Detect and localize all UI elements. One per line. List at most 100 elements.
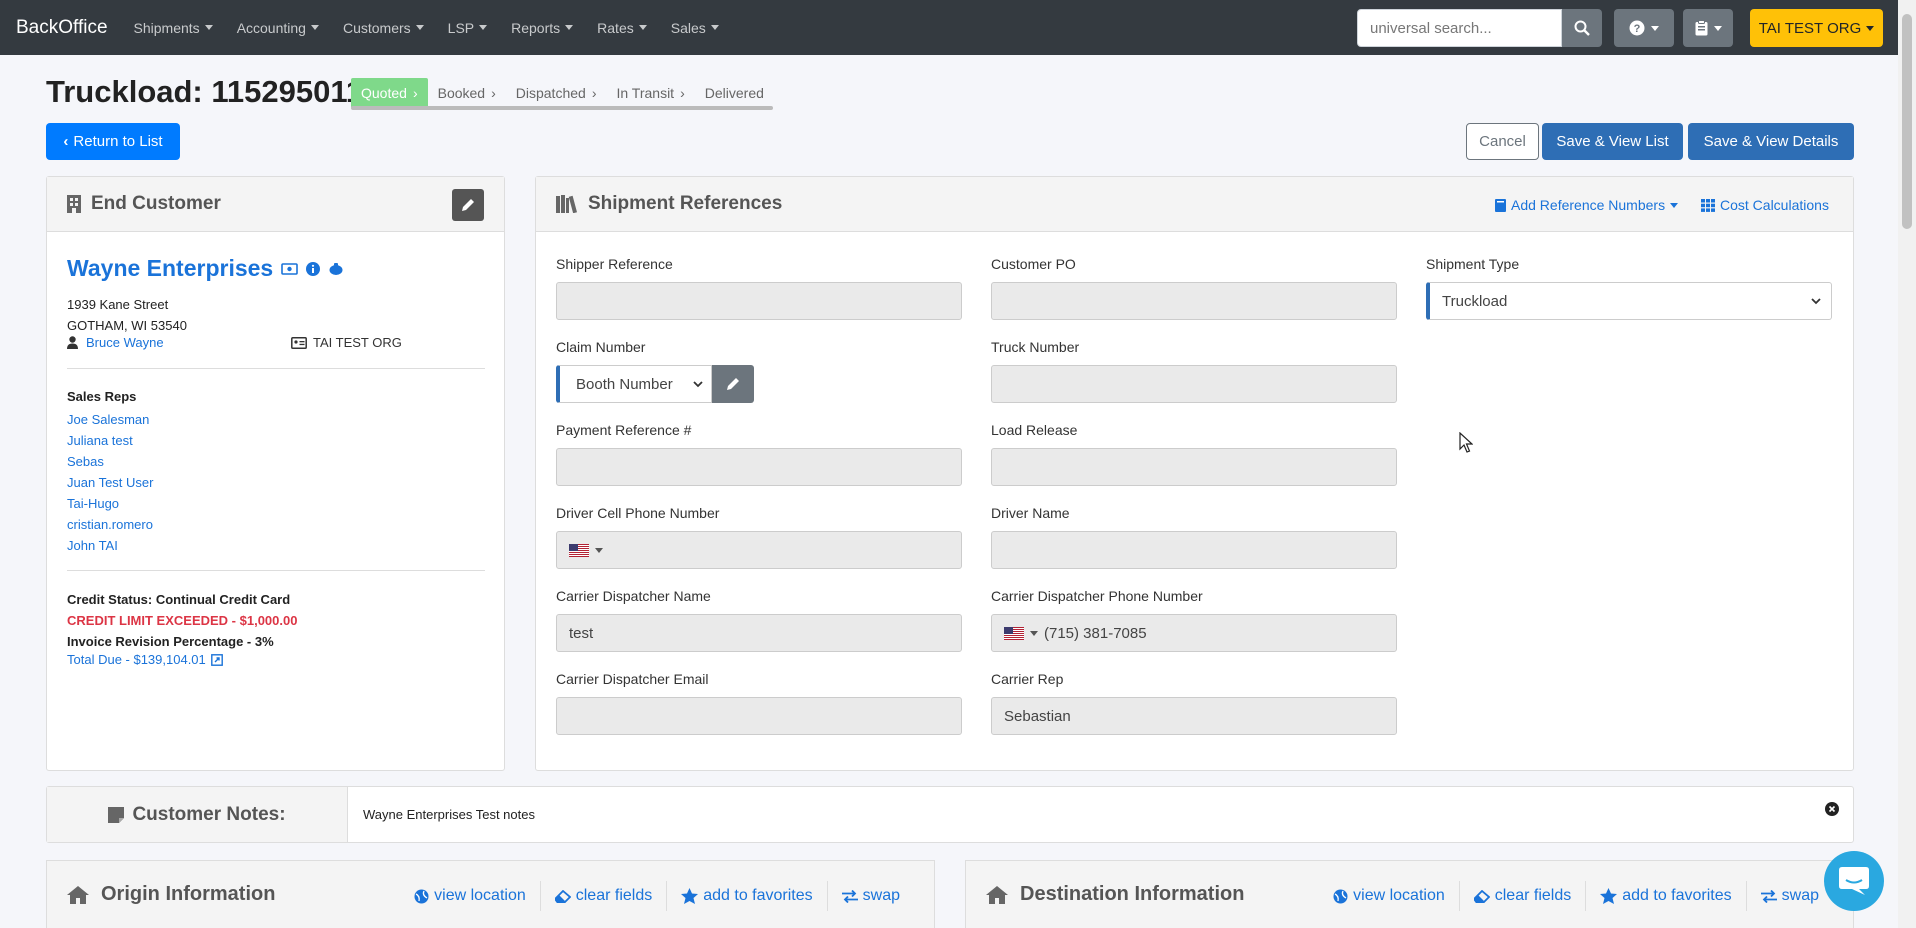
- return-to-list-button[interactable]: ‹ Return to List: [46, 123, 180, 160]
- origin-swap-link[interactable]: swap: [826, 881, 914, 911]
- dispatcher-email-label: Carrier Dispatcher Email: [556, 671, 709, 687]
- org-switcher-button[interactable]: TAI TEST ORG: [1750, 9, 1883, 47]
- external-link-icon[interactable]: [210, 653, 223, 666]
- step-label: In Transit: [616, 85, 675, 101]
- save-view-details-button[interactable]: Save & View Details: [1688, 123, 1854, 160]
- nav-shipments[interactable]: Shipments: [134, 20, 213, 36]
- action-label: swap: [862, 887, 900, 904]
- link-label: Cost Calculations: [1720, 197, 1829, 213]
- nav-lsp[interactable]: LSP: [447, 19, 488, 36]
- nav-label: Customers: [342, 19, 411, 36]
- search-button[interactable]: [1562, 9, 1602, 47]
- payment-reference-input[interactable]: [556, 448, 962, 486]
- shipment-type-select[interactable]: Truckload: [1426, 282, 1832, 320]
- load-release-input[interactable]: [991, 448, 1397, 486]
- shipper-reference-input[interactable]: [556, 282, 962, 320]
- select-value: Truckload: [1442, 292, 1508, 310]
- us-flag-icon[interactable]: [569, 543, 589, 557]
- close-circle-icon[interactable]: [1825, 802, 1839, 816]
- cancel-button[interactable]: Cancel: [1466, 123, 1539, 160]
- nav-label: LSP: [447, 19, 475, 36]
- claim-number-select[interactable]: Booth Number: [556, 365, 712, 403]
- home-icon: [67, 885, 89, 904]
- carrier-rep-label: Carrier Rep: [991, 671, 1064, 687]
- money-icon[interactable]: [281, 262, 299, 275]
- add-reference-numbers-dropdown[interactable]: Add Reference Numbers: [1495, 197, 1679, 213]
- sales-rep-link[interactable]: Juan Test User: [67, 472, 153, 493]
- customer-notes-bar: Customer Notes: Wayne Enterprises Test n…: [46, 786, 1854, 843]
- caret-down-icon: [638, 25, 647, 30]
- search-input[interactable]: [1357, 9, 1562, 47]
- caret-down-icon: [1651, 25, 1659, 31]
- carrier-rep-input[interactable]: Sebastian: [991, 697, 1397, 735]
- step-in-transit: In Transit ›: [606, 78, 694, 108]
- nav-accounting[interactable]: Accounting: [237, 20, 319, 36]
- sales-rep-link[interactable]: John TAI: [67, 535, 153, 556]
- truck-number-label: Truck Number: [991, 339, 1080, 355]
- caret-down-icon: [710, 25, 719, 30]
- help-button[interactable]: ?: [1614, 9, 1674, 47]
- us-flag-icon[interactable]: [1004, 626, 1024, 640]
- chevron-down-icon: [693, 380, 703, 387]
- sales-rep-link[interactable]: Joe Salesman: [67, 409, 153, 430]
- sales-reps-label: Sales Reps: [67, 389, 137, 404]
- customer-name-link[interactable]: Wayne Enterprises: [67, 255, 273, 282]
- driver-cell-input[interactable]: [556, 531, 962, 569]
- claim-number-label: Claim Number: [556, 339, 646, 355]
- destination-clear-fields-link[interactable]: clear fields: [1458, 881, 1585, 911]
- destination-add-favorites-link[interactable]: add to favorites: [1585, 881, 1745, 911]
- dispatcher-phone-input[interactable]: (715) 381-7085: [991, 614, 1397, 652]
- nav-label: Reports: [511, 19, 561, 36]
- piggy-bank-icon[interactable]: [328, 262, 344, 276]
- info-icon[interactable]: [306, 261, 321, 276]
- save-view-list-button[interactable]: Save & View List: [1542, 123, 1683, 160]
- dispatcher-name-input[interactable]: test: [556, 614, 962, 652]
- nav-reports[interactable]: Reports: [511, 19, 574, 36]
- total-due-link[interactable]: Total Due - $139,104.01: [67, 652, 206, 667]
- progress-track: [351, 106, 773, 110]
- chevron-right-icon: ›: [412, 85, 418, 101]
- action-label: view location: [434, 887, 526, 904]
- id-card-icon: [291, 336, 307, 349]
- chat-bubble-icon: [1839, 867, 1869, 895]
- origin-clear-fields-link[interactable]: clear fields: [539, 881, 666, 911]
- destination-swap-link[interactable]: swap: [1745, 881, 1833, 911]
- origin-view-location-link[interactable]: view location: [400, 881, 540, 911]
- shipper-reference-label: Shipper Reference: [556, 256, 673, 272]
- sales-rep-link[interactable]: Juliana test: [67, 430, 153, 451]
- driver-name-input[interactable]: [991, 531, 1397, 569]
- cost-calculations-link[interactable]: Cost Calculations: [1701, 197, 1829, 213]
- sales-rep-link[interactable]: cristian.romero: [67, 514, 153, 535]
- sales-rep-link[interactable]: Sebas: [67, 451, 153, 472]
- step-dispatched: Dispatched ›: [506, 78, 607, 108]
- sticky-note-icon: [108, 806, 125, 823]
- shipment-references-card: Shipment References Add Reference Number…: [535, 176, 1854, 771]
- edit-customer-button[interactable]: [452, 189, 484, 221]
- books-icon: [556, 195, 578, 213]
- dispatcher-email-input[interactable]: [556, 697, 962, 735]
- universal-search: [1357, 9, 1602, 47]
- origin-information-header: Origin Information view location clear f…: [46, 860, 935, 928]
- action-label: clear fields: [575, 887, 653, 904]
- nav-label: Shipments: [133, 19, 200, 36]
- brand-logo[interactable]: BackOffice: [16, 17, 108, 39]
- edit-claim-type-button[interactable]: [712, 365, 754, 403]
- clipboard-button[interactable]: [1683, 9, 1733, 47]
- scrollbar-thumb[interactable]: [1902, 14, 1912, 229]
- chat-widget-button[interactable]: [1824, 851, 1884, 911]
- customer-notes-label-cell: Customer Notes:: [47, 787, 348, 842]
- destination-view-location-link[interactable]: view location: [1319, 881, 1459, 911]
- origin-add-favorites-link[interactable]: add to favorites: [666, 881, 826, 911]
- nav-sales[interactable]: Sales: [671, 20, 719, 36]
- truck-number-input[interactable]: [991, 365, 1397, 403]
- nav-rates[interactable]: Rates: [597, 20, 647, 36]
- sales-rep-link[interactable]: Tai-Hugo: [67, 493, 153, 514]
- nav-customers[interactable]: Customers: [343, 20, 424, 36]
- contact-link[interactable]: Bruce Wayne: [86, 335, 164, 350]
- step-label: Quoted: [361, 85, 407, 101]
- globe-icon: [1333, 889, 1348, 903]
- customer-po-input[interactable]: [991, 282, 1397, 320]
- action-label: view location: [1353, 887, 1445, 904]
- address-line-2: GOTHAM, WI 53540: [67, 318, 187, 333]
- swap-icon: [841, 889, 858, 903]
